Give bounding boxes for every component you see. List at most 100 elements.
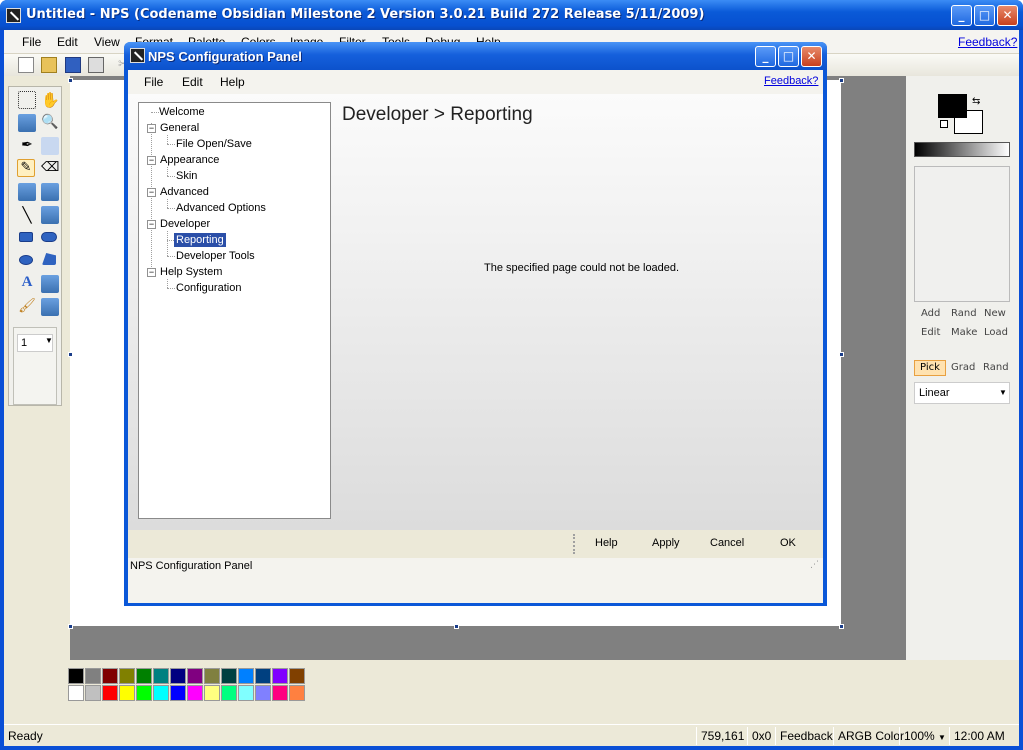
palette-swatch[interactable] xyxy=(119,668,135,684)
palette-swatch[interactable] xyxy=(85,685,101,701)
palette-swatch[interactable] xyxy=(153,685,169,701)
palette-swatch[interactable] xyxy=(170,668,186,684)
palette-swatch[interactable] xyxy=(170,685,186,701)
dialog-close-button[interactable]: ✕ xyxy=(801,46,822,67)
collapse-icon[interactable]: − xyxy=(147,268,156,277)
tree-item-general[interactable]: General xyxy=(160,121,199,135)
palette-swatch[interactable] xyxy=(289,685,305,701)
image-tool-icon[interactable] xyxy=(41,298,59,316)
palette-swatch[interactable] xyxy=(221,685,237,701)
save-icon[interactable] xyxy=(65,57,81,73)
tree-item-advanced-options[interactable]: Advanced Options xyxy=(176,201,266,215)
hand-pan-icon[interactable]: ✋ xyxy=(41,91,60,109)
rectangle-icon[interactable] xyxy=(19,232,33,242)
palette-swatch[interactable] xyxy=(119,685,135,701)
resize-handle[interactable] xyxy=(68,624,73,629)
dialog-title-bar[interactable]: NPS Configuration Panel _ □ ✕ xyxy=(124,42,827,70)
apply-button[interactable]: Apply xyxy=(652,537,680,549)
eraser-icon[interactable]: ⌫ xyxy=(41,160,59,178)
palette-swatch[interactable] xyxy=(85,668,101,684)
gradient-type-select[interactable]: Linear ▼ xyxy=(914,382,1010,404)
resize-handle[interactable] xyxy=(839,352,844,357)
pick-mode-button[interactable]: Pick xyxy=(914,360,946,376)
line-icon[interactable]: ╲ xyxy=(18,206,36,224)
tree-item-developer-tools[interactable]: Developer Tools xyxy=(176,249,255,263)
primary-color-swatch[interactable] xyxy=(938,94,967,118)
image-tool-icon[interactable] xyxy=(41,275,59,293)
resize-handle[interactable] xyxy=(454,624,459,629)
palette-add-button[interactable]: Add xyxy=(921,308,940,319)
open-folder-icon[interactable] xyxy=(41,57,57,73)
palette-swatch[interactable] xyxy=(238,668,254,684)
resize-handle[interactable] xyxy=(839,624,844,629)
palette-swatch[interactable] xyxy=(238,685,254,701)
image-tool-icon[interactable] xyxy=(18,183,36,201)
palette-swatch[interactable] xyxy=(68,668,84,684)
palette-swatch[interactable] xyxy=(255,685,271,701)
collapse-icon[interactable]: − xyxy=(147,188,156,197)
eyedropper-icon[interactable]: ✒ xyxy=(18,137,36,155)
zoom-select[interactable]: 100% ▼ xyxy=(904,729,946,743)
palette-swatch[interactable] xyxy=(272,668,288,684)
dialog-feedback-link[interactable]: Feedback? xyxy=(764,75,818,87)
resize-grip-icon[interactable]: ⋰ xyxy=(810,560,819,570)
palette-swatch[interactable] xyxy=(221,668,237,684)
collapse-icon[interactable]: − xyxy=(147,220,156,229)
resize-handle[interactable] xyxy=(839,78,844,83)
menu-file[interactable]: File xyxy=(22,35,41,49)
minimize-button[interactable]: _ xyxy=(951,5,972,26)
rand-mode-button[interactable]: Rand xyxy=(983,362,1009,373)
cancel-button[interactable]: Cancel xyxy=(710,537,744,549)
palette-swatch[interactable] xyxy=(136,685,152,701)
new-file-icon[interactable] xyxy=(18,57,34,73)
gradient-preview[interactable] xyxy=(914,142,1010,157)
palette-swatch[interactable] xyxy=(102,668,118,684)
palette-swatch[interactable] xyxy=(272,685,288,701)
tree-item-developer[interactable]: Developer xyxy=(160,217,210,231)
fill-bucket-icon[interactable] xyxy=(41,137,59,155)
palette-swatch[interactable] xyxy=(102,685,118,701)
brush-size-select[interactable]: 1 ▼ xyxy=(17,334,53,352)
palette-preview[interactable] xyxy=(914,166,1010,302)
help-button[interactable]: Help xyxy=(595,537,618,549)
tree-item-welcome[interactable]: Welcome xyxy=(159,105,205,119)
palette-swatch[interactable] xyxy=(68,685,84,701)
palette-swatch[interactable] xyxy=(204,668,220,684)
status-feedback-link[interactable]: Feedback xyxy=(780,729,833,743)
palette-rand-button[interactable]: Rand xyxy=(951,308,977,319)
image-select-icon[interactable] xyxy=(18,114,36,132)
rounded-rectangle-icon[interactable] xyxy=(41,232,57,242)
marquee-select-icon[interactable] xyxy=(18,91,36,109)
text-icon[interactable]: A xyxy=(18,274,36,292)
dialog-menu-help[interactable]: Help xyxy=(220,75,245,89)
image-tool-icon[interactable] xyxy=(41,206,59,224)
palette-swatch[interactable] xyxy=(153,668,169,684)
palette-swatch[interactable] xyxy=(136,668,152,684)
zoom-icon[interactable]: 🔍 xyxy=(41,114,59,132)
resize-handle[interactable] xyxy=(68,352,73,357)
menu-view[interactable]: View xyxy=(94,35,120,49)
tree-item-reporting[interactable]: Reporting xyxy=(174,233,226,247)
pencil-icon[interactable]: ✎ xyxy=(17,159,35,177)
tree-item-advanced[interactable]: Advanced xyxy=(160,185,209,199)
palette-swatch[interactable] xyxy=(204,685,220,701)
grad-mode-button[interactable]: Grad xyxy=(951,362,975,373)
tree-item-appearance[interactable]: Appearance xyxy=(160,153,219,167)
freeform-shape-icon[interactable] xyxy=(42,253,56,265)
tree-item-file-open-save[interactable]: File Open/Save xyxy=(176,137,252,151)
brush-icon[interactable]: 🖌 xyxy=(18,298,36,316)
collapse-icon[interactable]: − xyxy=(147,124,156,133)
dialog-menu-edit[interactable]: Edit xyxy=(182,75,203,89)
tree-item-skin[interactable]: Skin xyxy=(176,169,197,183)
title-bar[interactable]: Untitled - NPS (Codename Obsidian Milest… xyxy=(0,0,1023,30)
dialog-maximize-button[interactable]: □ xyxy=(778,46,799,67)
reset-colors-icon[interactable] xyxy=(940,120,948,128)
tree-item-configuration[interactable]: Configuration xyxy=(176,281,241,295)
palette-make-button[interactable]: Make xyxy=(951,327,977,338)
palette-swatch[interactable] xyxy=(187,668,203,684)
resize-handle[interactable] xyxy=(68,78,73,83)
image-tool-icon[interactable] xyxy=(41,183,59,201)
close-button[interactable]: ✕ xyxy=(997,5,1018,26)
feedback-link[interactable]: Feedback? xyxy=(958,35,1017,49)
palette-edit-button[interactable]: Edit xyxy=(921,327,940,338)
